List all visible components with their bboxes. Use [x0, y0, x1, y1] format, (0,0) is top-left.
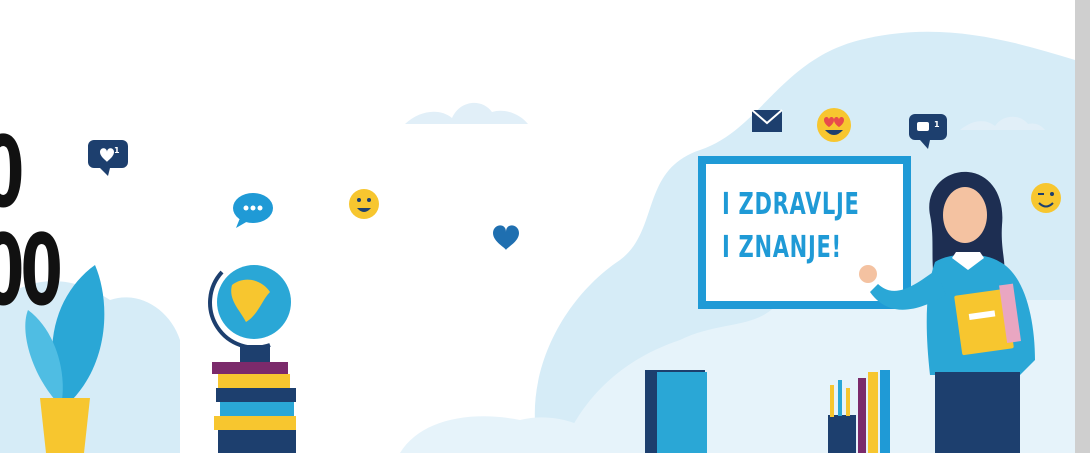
book-4	[220, 402, 294, 416]
whiteboard-line-2: I ZNANJE!	[722, 230, 842, 265]
book-3	[216, 388, 296, 402]
whiteboard-line-1: I ZDRAVLJE	[722, 187, 860, 222]
wink-emoji-icon	[1031, 183, 1061, 213]
school-health-banner: 0 00 I ZDRAVLJE I ZNANJE! 1 1	[0, 0, 1090, 453]
chat-bubble-icon	[233, 193, 273, 228]
heart-badge-icon	[88, 140, 128, 176]
right-edge-border	[1075, 0, 1090, 453]
globe-on-books	[208, 265, 296, 453]
book-5	[214, 416, 296, 430]
teacher-hand	[859, 265, 877, 283]
illustration-scene	[0, 0, 1090, 453]
heart-eyes-emoji-icon	[817, 108, 851, 142]
book-2	[218, 374, 290, 388]
book-1	[212, 362, 288, 374]
plant-pot	[40, 398, 90, 453]
smile-emoji-icon	[349, 189, 379, 219]
envelope-icon	[751, 109, 783, 132]
sky-cloud-center	[405, 102, 528, 124]
heart-icon	[493, 225, 519, 250]
heart-badge-count: 1	[114, 146, 120, 155]
chat-badge-count: 1	[934, 120, 940, 129]
book-6	[218, 430, 296, 453]
teacher-trousers	[935, 372, 1020, 453]
notebook	[645, 370, 707, 453]
cropped-heading-line-2: 00	[0, 214, 63, 328]
background-clouds	[0, 31, 1075, 453]
teacher-face	[943, 187, 987, 243]
globe-base	[240, 345, 270, 363]
cropped-heading-line-1: 0	[0, 124, 24, 222]
